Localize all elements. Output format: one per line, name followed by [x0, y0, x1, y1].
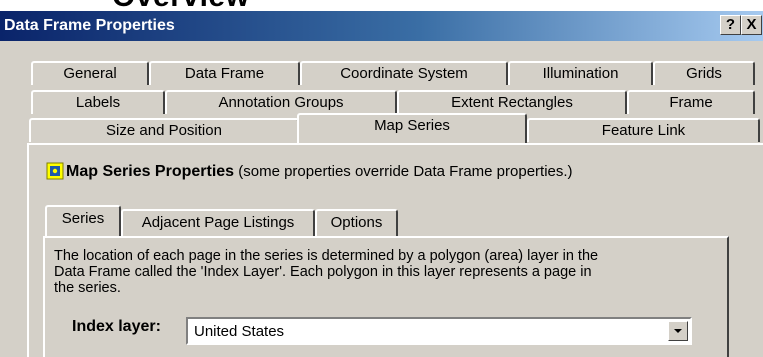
- tab-labels[interactable]: Labels: [31, 90, 165, 114]
- window-title: Data Frame Properties: [4, 17, 175, 34]
- tab-general[interactable]: General: [31, 61, 149, 85]
- description-line: the series.: [54, 280, 121, 296]
- map-series-icon: [46, 162, 64, 180]
- tab-map-series[interactable]: Map Series: [297, 113, 527, 143]
- map-series-heading: Map Series Properties (some properties o…: [46, 162, 573, 181]
- tab-frame[interactable]: Frame: [627, 90, 755, 114]
- tab-annotation-groups[interactable]: Annotation Groups: [165, 90, 397, 114]
- tab-grids[interactable]: Grids: [653, 61, 755, 85]
- tab-feature-link[interactable]: Feature Link: [527, 118, 760, 142]
- tab-size-and-position[interactable]: Size and Position: [29, 118, 299, 142]
- series-description: The location of each page in the series …: [54, 248, 726, 296]
- title-bar: Data Frame Properties ? X: [0, 11, 763, 41]
- tab-coordinate-system[interactable]: Coordinate System: [300, 61, 508, 85]
- description-line: The location of each page in the series …: [54, 248, 599, 264]
- close-button[interactable]: X: [741, 15, 762, 35]
- subtab-options[interactable]: Options: [315, 209, 398, 236]
- subtab-series[interactable]: Series: [45, 205, 121, 236]
- map-series-note: (some properties override Data Frame pro…: [234, 163, 573, 180]
- description-line: Data Frame called the 'Index Layer'. Eac…: [54, 264, 592, 280]
- subtab-adjacent-page-listings[interactable]: Adjacent Page Listings: [121, 209, 315, 236]
- index-layer-value: United States: [194, 323, 285, 340]
- index-layer-label: Index layer:: [72, 318, 161, 335]
- help-button[interactable]: ?: [720, 15, 741, 35]
- index-layer-select[interactable]: United States: [186, 317, 692, 345]
- tab-data-frame[interactable]: Data Frame: [149, 61, 300, 85]
- tab-illumination[interactable]: Illumination: [508, 61, 653, 85]
- tab-extent-rectangles[interactable]: Extent Rectangles: [397, 90, 627, 114]
- chevron-down-icon[interactable]: [668, 321, 688, 341]
- map-series-title: Map Series Properties: [66, 163, 235, 180]
